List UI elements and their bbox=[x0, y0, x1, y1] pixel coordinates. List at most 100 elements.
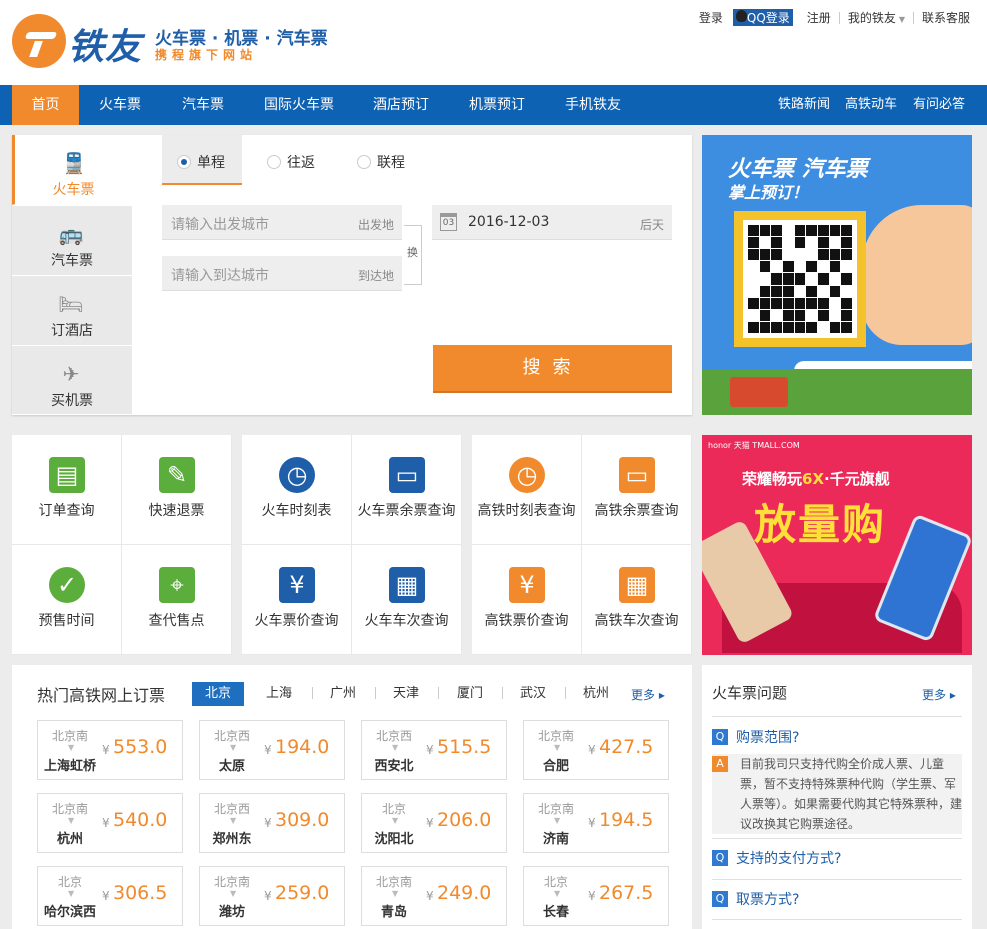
ticket-card[interactable]: 北京 ▼ 哈尔滨西 ¥306.5 bbox=[37, 866, 183, 926]
edit-icon: ✎ bbox=[159, 457, 195, 493]
service-item[interactable]: ¥ 高铁票价查询 bbox=[472, 545, 582, 655]
service-item[interactable]: ▦ 高铁车次查询 bbox=[582, 545, 692, 655]
side-tab-hotel[interactable]: 🛏 订酒店 bbox=[12, 276, 132, 346]
bus-illustration bbox=[730, 377, 788, 407]
date-input[interactable]: 03 2016-12-03 后天 bbox=[432, 205, 672, 240]
side-tab-flight[interactable]: ✈ 买机票 bbox=[12, 346, 132, 415]
ticket-price: 309.0 bbox=[275, 809, 330, 831]
qr-module bbox=[748, 261, 759, 273]
ticket-from: 北京西 bbox=[213, 802, 250, 816]
ticket-to: 潍坊 bbox=[218, 905, 245, 920]
nav-item-flight[interactable]: 机票预订 bbox=[469, 85, 525, 125]
divider bbox=[312, 687, 313, 699]
service-item[interactable]: ◷ 火车时刻表 bbox=[242, 435, 352, 545]
service-item[interactable]: ▭ 火车票余票查询 bbox=[352, 435, 462, 545]
from-city-input[interactable]: 请输入出发城市 出发地 bbox=[162, 205, 402, 240]
radio-indicator bbox=[357, 155, 371, 169]
city-tab-wuhan[interactable]: 武汉 bbox=[516, 682, 550, 706]
service-item[interactable]: ⌖ 查代售点 bbox=[122, 545, 232, 655]
ticket-card[interactable]: 北京南 ▼ 合肥 ¥427.5 bbox=[523, 720, 669, 780]
service-item[interactable]: ▦ 火车车次查询 bbox=[352, 545, 462, 655]
service-item[interactable]: ▭ 高铁余票查询 bbox=[582, 435, 692, 545]
login-link[interactable]: 登录 bbox=[699, 9, 723, 26]
check-icon: ✓ bbox=[49, 567, 85, 603]
ticket-card[interactable]: 北京南 ▼ 青岛 ¥249.0 bbox=[361, 866, 507, 926]
city-tab-guangzhou[interactable]: 广州 bbox=[326, 682, 360, 706]
city-tab-beijing[interactable]: 北京 bbox=[192, 682, 244, 706]
date-value: 2016-12-03 bbox=[468, 214, 550, 230]
city-tab-hangzhou[interactable]: 杭州 bbox=[579, 682, 613, 706]
qq-login-button[interactable]: QQ登录 bbox=[732, 9, 793, 26]
ticket-card[interactable]: 北京 ▼ 沈阳北 ¥206.0 bbox=[361, 793, 507, 853]
ticket-card[interactable]: 北京南 ▼ 潍坊 ¥259.0 bbox=[199, 866, 345, 926]
clock-train-icon: ◷ bbox=[279, 457, 315, 493]
ticket-from: 北京西 bbox=[375, 729, 412, 743]
faq-more-link[interactable]: 更多 ▸ bbox=[922, 686, 956, 703]
nav-item-mobile[interactable]: 手机铁友 bbox=[565, 85, 621, 125]
qr-module bbox=[794, 321, 806, 333]
nav-item-faq[interactable]: 有问必答 bbox=[913, 85, 965, 125]
my-account-menu[interactable]: 我的铁友 ▼ bbox=[848, 9, 905, 26]
logo-icon[interactable] bbox=[12, 14, 66, 68]
qr-module bbox=[818, 285, 829, 297]
ticket-card[interactable]: 北京 ▼ 长春 ¥267.5 bbox=[523, 866, 669, 926]
side-tab-label: 汽车票 bbox=[51, 253, 93, 269]
qr-module bbox=[771, 321, 782, 333]
app-promo-banner[interactable]: 火车票 汽车票 掌上预订！ bbox=[702, 135, 972, 415]
faq-question-3[interactable]: Q 取票方式? bbox=[712, 889, 799, 909]
ticket-to: 郑州东 bbox=[212, 832, 252, 847]
ticket-card[interactable]: 北京南 ▼ 杭州 ¥540.0 bbox=[37, 793, 183, 853]
chevron-down-icon: ▼ bbox=[898, 15, 905, 24]
qr-module bbox=[841, 309, 852, 321]
qr-code-icon bbox=[734, 211, 866, 347]
ticket-card[interactable]: 北京西 ▼ 郑州东 ¥309.0 bbox=[199, 793, 345, 853]
ticket-card[interactable]: 北京南 ▼ 上海虹桥 ¥553.0 bbox=[37, 720, 183, 780]
swap-cities-button[interactable]: 换 bbox=[404, 225, 422, 285]
service-item[interactable]: ◷ 高铁时刻表查询 bbox=[472, 435, 582, 545]
qr-module bbox=[818, 321, 829, 333]
service-label: 高铁时刻表查询 bbox=[477, 503, 576, 519]
hot-more-link[interactable]: 更多 ▸ bbox=[631, 686, 665, 703]
qr-module bbox=[794, 285, 806, 297]
nav-item-intl-train[interactable]: 国际火车票 bbox=[264, 85, 334, 125]
customer-service-link[interactable]: 联系客服 bbox=[922, 9, 970, 26]
qr-module bbox=[806, 297, 817, 309]
radio-round-trip[interactable]: 往返 bbox=[267, 152, 315, 172]
currency-symbol: ¥ bbox=[102, 816, 110, 830]
honor-phone-banner[interactable]: honor 天猫 TMALL.COM 荣耀畅玩6X·千元旗舰 放量购 bbox=[702, 435, 972, 655]
city-tab-tianjin[interactable]: 天津 bbox=[389, 682, 423, 706]
search-button[interactable]: 搜索 bbox=[433, 345, 672, 393]
banner-slogan: 荣耀畅玩6X·千元旗舰 bbox=[742, 468, 890, 489]
city-tab-shanghai[interactable]: 上海 bbox=[262, 682, 296, 706]
service-item[interactable]: ✎ 快速退票 bbox=[122, 435, 232, 545]
nav-item-train[interactable]: 火车票 bbox=[99, 85, 141, 125]
radio-one-way[interactable]: 单程 bbox=[177, 152, 225, 172]
side-tab-train[interactable]: 🚆 火车票 bbox=[12, 135, 132, 205]
register-link[interactable]: 注册 bbox=[807, 9, 831, 26]
my-account-label: 我的铁友 bbox=[847, 11, 896, 25]
ticket-card[interactable]: 北京南 ▼ 济南 ¥194.5 bbox=[523, 793, 669, 853]
service-item[interactable]: ✓ 预售时间 bbox=[12, 545, 122, 655]
nav-item-hotel[interactable]: 酒店预订 bbox=[373, 85, 429, 125]
qr-module bbox=[771, 249, 782, 261]
to-city-input[interactable]: 请输入到达城市 到达地 bbox=[162, 256, 402, 291]
faq-question-text: 取票方式? bbox=[736, 892, 800, 908]
service-item[interactable]: ▤ 订单查询 bbox=[12, 435, 122, 545]
ticket-card[interactable]: 北京西 ▼ 西安北 ¥515.5 bbox=[361, 720, 507, 780]
service-item[interactable]: ¥ 火车票价查询 bbox=[242, 545, 352, 655]
ticket-card[interactable]: 北京西 ▼ 太原 ¥194.0 bbox=[199, 720, 345, 780]
radio-multi-leg[interactable]: 联程 bbox=[357, 152, 405, 172]
nav-item-highspeed[interactable]: 高铁动车 bbox=[845, 85, 897, 125]
logo-name[interactable]: 铁友 bbox=[68, 18, 142, 70]
plane-icon: ✈ bbox=[62, 362, 80, 386]
faq-question-1[interactable]: Q 购票范围? bbox=[712, 727, 799, 747]
city-tab-xiamen[interactable]: 厦门 bbox=[453, 682, 487, 706]
faq-question-2[interactable]: Q 支持的支付方式? bbox=[712, 848, 841, 868]
nav-item-news[interactable]: 铁路新闻 bbox=[778, 85, 830, 125]
side-tab-bus[interactable]: 🚌 汽车票 bbox=[12, 206, 132, 276]
qr-module bbox=[818, 273, 829, 285]
radio-label: 联程 bbox=[377, 155, 405, 171]
qr-module bbox=[818, 297, 829, 309]
nav-item-home[interactable]: 首页 bbox=[12, 85, 79, 125]
nav-item-bus[interactable]: 汽车票 bbox=[182, 85, 224, 125]
